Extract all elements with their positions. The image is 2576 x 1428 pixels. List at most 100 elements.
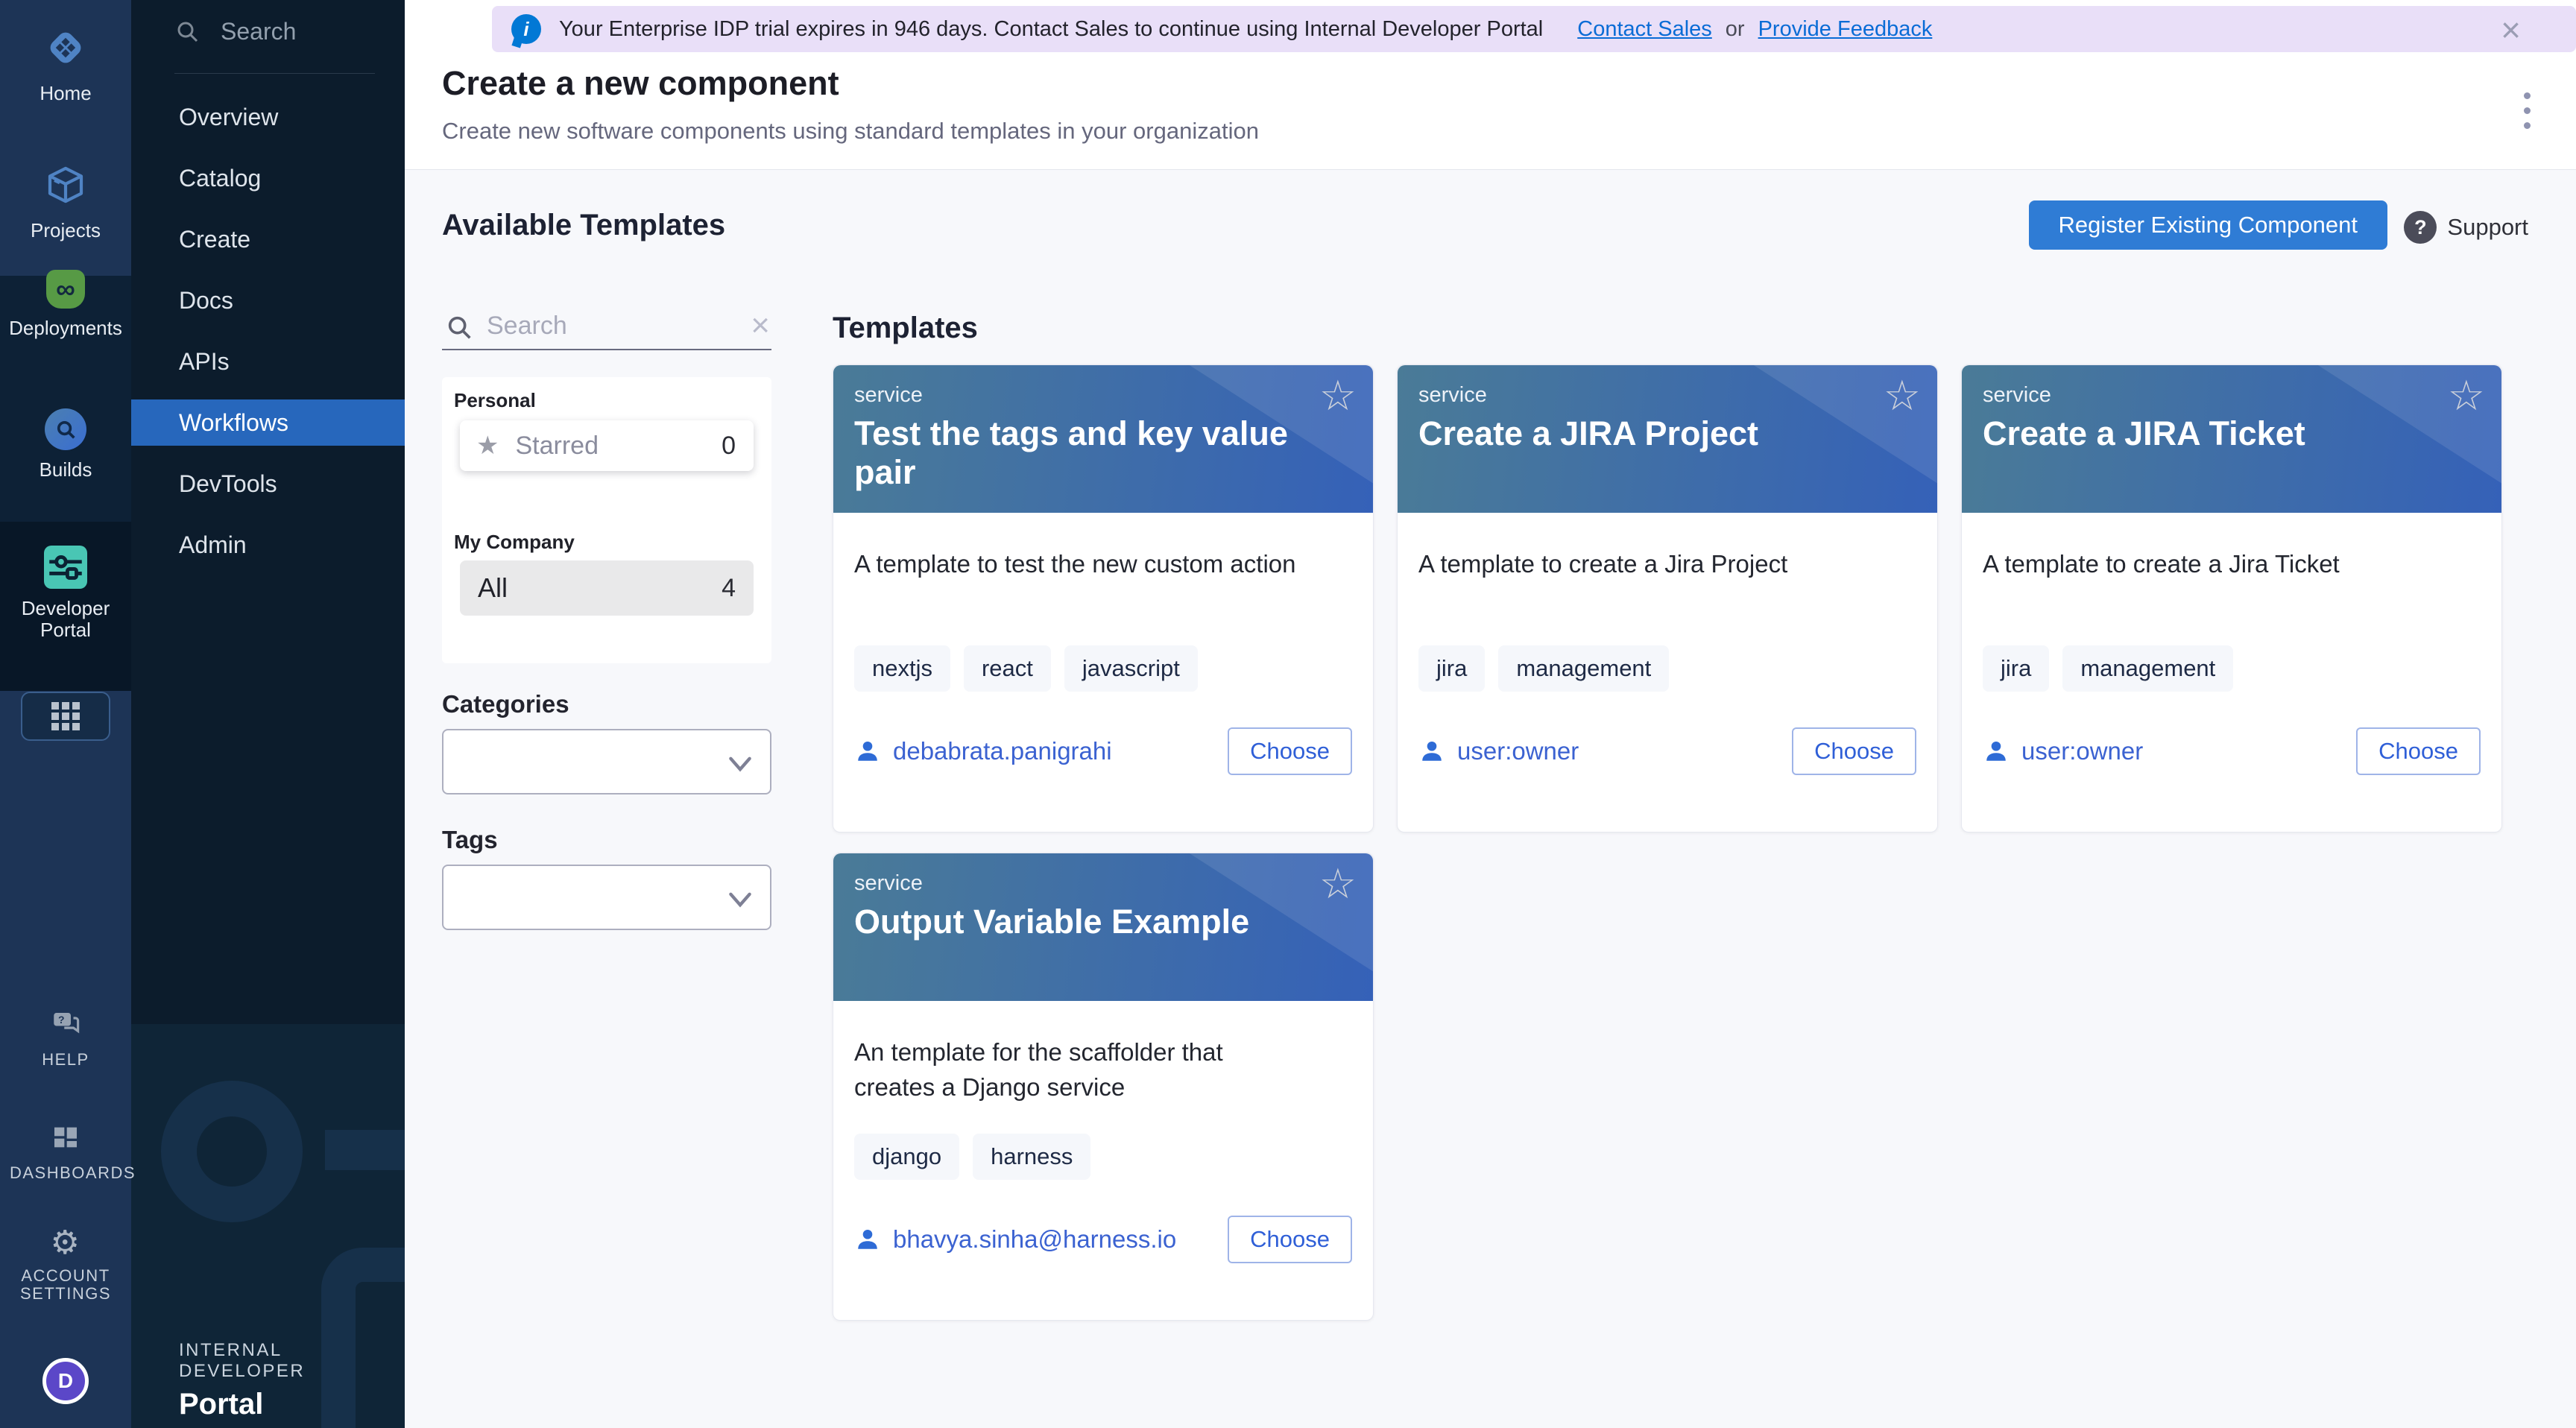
company-group-label: My Company [454,531,575,554]
rail-item-dashboards[interactable]: DASHBOARDS [0,1122,131,1182]
chevron-down-icon [727,754,754,774]
star-filled-icon: ★ [476,431,499,461]
rail-item-developer-portal[interactable]: Developer Portal [0,546,131,640]
owner-link[interactable]: user:owner [1983,737,2143,765]
person-icon [854,1226,881,1253]
rail-item-account-settings[interactable]: ⚙ ACCOUNT SETTINGS [0,1227,131,1303]
all-filter-row[interactable]: All 4 [460,560,754,616]
user-avatar[interactable]: D [42,1358,89,1404]
owner-name: user:owner [2021,737,2143,765]
tags-select[interactable] [442,865,771,930]
provide-feedback-link[interactable]: Provide Feedback [1758,17,1933,42]
rail-item-label: Home [40,83,91,104]
search-icon [174,19,201,45]
rail-item-home[interactable]: Home [0,27,131,104]
template-card: service Output Variable Example ☆ An tem… [833,853,1374,1321]
tag-pill: react [964,645,1051,692]
projects-box-icon [45,164,86,211]
person-icon [1418,738,1445,765]
contact-sales-link[interactable]: Contact Sales [1577,17,1712,42]
tag-pill: javascript [1064,645,1198,692]
rail-item-label: Developer Portal [21,598,110,640]
brand-line2: Portal [179,1388,405,1421]
deployments-infinity-icon: ∞ [46,270,85,309]
sidebar-item-admin[interactable]: Admin [131,514,405,575]
rail-item-label: Projects [31,220,101,241]
tag-pill: django [854,1134,959,1180]
rail-item-deployments[interactable]: ∞ Deployments [0,270,131,339]
all-label: All [478,572,508,604]
owner-link[interactable]: debabrata.panigrahi [854,737,1112,765]
card-title: Create a JIRA Ticket [1983,414,2434,453]
card-footer: user:owner Choose [1418,721,1916,781]
template-search-input[interactable] [487,307,733,344]
tag-pill: jira [1983,645,2049,692]
card-title: Create a JIRA Project [1418,414,1870,453]
starred-filter-row[interactable]: ★ Starred 0 [460,420,754,471]
rail-item-builds[interactable]: Builds [0,408,131,481]
star-outline-icon[interactable]: ☆ [1319,371,1357,420]
home-icon [45,27,86,74]
owner-name: debabrata.panigrahi [893,737,1112,765]
sidebar-item-apis[interactable]: APIs [131,331,405,392]
card-tags: django harness [854,1134,1090,1180]
banner-close-icon[interactable]: × [2501,9,2521,51]
module-switcher-button[interactable] [21,692,110,741]
sidebar-item-catalog[interactable]: Catalog [131,148,405,209]
main-content: i Your Enterprise IDP trial expires in 9… [405,0,2576,1428]
portal-brand: INTERNAL DEVELOPER Portal [179,1340,405,1421]
sidebar-item-overview[interactable]: Overview [131,86,405,148]
owner-link[interactable]: user:owner [1418,737,1579,765]
choose-button[interactable]: Choose [1792,727,1916,775]
star-outline-icon[interactable]: ☆ [1884,371,1921,420]
sidebar-item-docs[interactable]: Docs [131,270,405,331]
owner-link[interactable]: bhavya.sinha@harness.io [854,1225,1176,1254]
grid-icon [51,702,80,730]
page-subtitle: Create new software components using sta… [442,118,1259,145]
sidebar-item-workflows[interactable]: Workflows [131,399,405,446]
card-title: Output Variable Example [854,903,1306,941]
info-icon: i [511,14,541,44]
more-options-button[interactable] [2519,88,2535,133]
template-card: service Create a JIRA Ticket ☆ A templat… [1961,364,2502,833]
sidebar-divider [174,73,375,74]
card-tags: jira management [1418,645,1669,692]
register-existing-component-button[interactable]: Register Existing Component [2029,200,2387,250]
rail-item-label: Deployments [9,317,122,339]
personal-group-label: Personal [454,389,536,412]
card-type: service [854,383,923,408]
tag-pill: management [2062,645,2233,692]
templates-section: Templates service Test the tags and key … [833,312,2502,1321]
all-count: 4 [722,574,736,603]
clear-search-icon[interactable]: × [751,306,770,346]
section-title: Available Templates [442,209,725,242]
template-cards: service Test the tags and key value pair… [833,364,2502,1321]
categories-select[interactable] [442,729,771,794]
builds-magnifier-icon [45,408,86,450]
sidebar-item-create[interactable]: Create [131,209,405,270]
support-button[interactable]: ? Support [2404,211,2528,244]
tags-label: Tags [442,826,771,854]
tag-pill: jira [1418,645,1485,692]
tag-pill: harness [973,1134,1090,1180]
choose-button[interactable]: Choose [1228,1216,1352,1263]
tag-pill: management [1498,645,1669,692]
starred-label: Starred [515,432,599,461]
sidebar-item-devtools[interactable]: DevTools [131,453,405,514]
choose-button[interactable]: Choose [1228,727,1352,775]
card-footer: user:owner Choose [1983,721,2481,781]
rail-item-label: HELP [10,1051,121,1069]
person-icon [1983,738,2010,765]
card-description: An template for the scaffolder that crea… [854,1035,1272,1105]
rail-item-projects[interactable]: Projects [0,164,131,241]
rail-item-help[interactable]: ? HELP [0,1008,131,1069]
choose-button[interactable]: Choose [2356,727,2481,775]
sidebar-search[interactable]: Search [174,18,296,45]
card-description: A template to create a Jira Ticket [1983,547,2340,582]
star-outline-icon[interactable]: ☆ [1319,859,1357,909]
developer-portal-icon [44,546,87,589]
search-icon [445,313,475,343]
templates-heading: Templates [833,312,2502,345]
star-outline-icon[interactable]: ☆ [2448,371,2485,420]
filters-panel: × Personal ★ Starred 0 My Company All 4 … [442,304,771,930]
